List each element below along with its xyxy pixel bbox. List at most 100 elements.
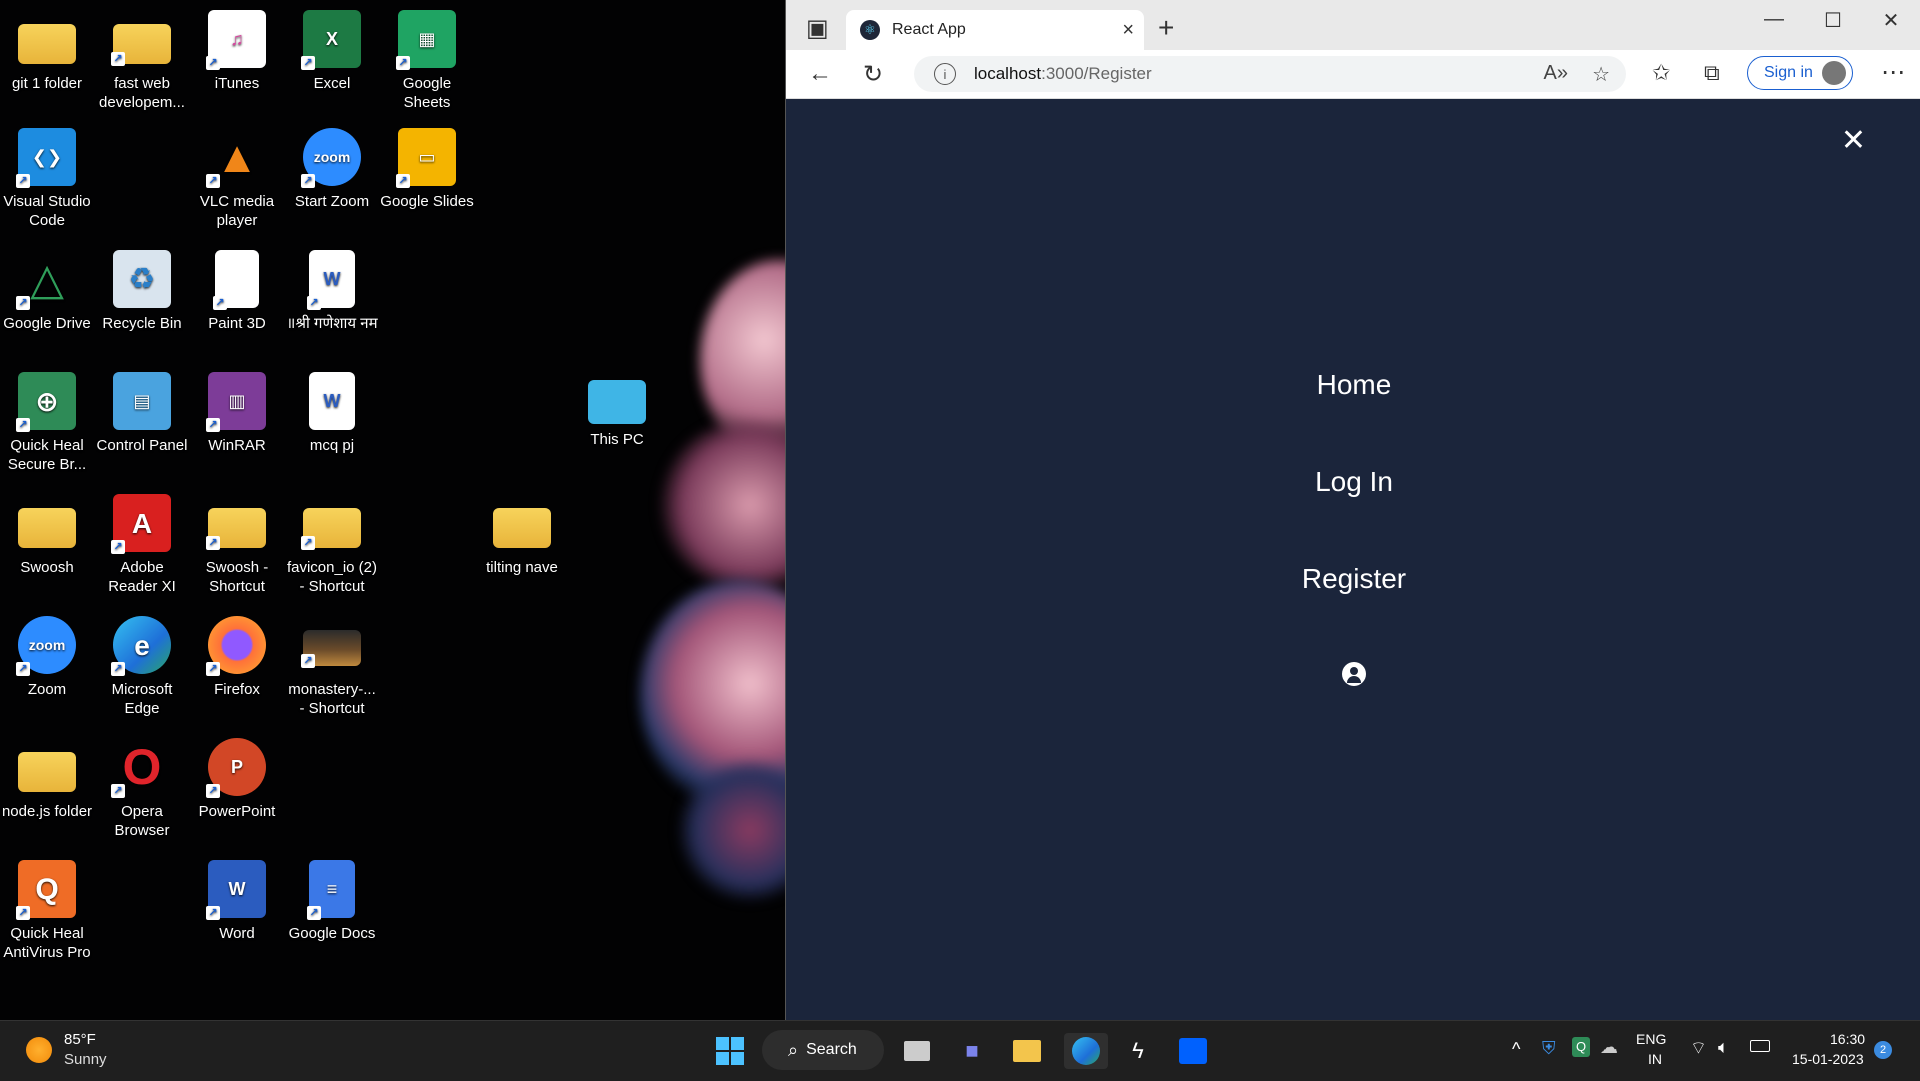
- clock-date[interactable]: 15-01-2023: [1792, 1051, 1864, 1067]
- desktop-icon-label: Word: [219, 925, 255, 942]
- vlc-icon: ▲ ↗: [206, 128, 266, 188]
- nav-link-login[interactable]: Log In: [1204, 466, 1504, 498]
- folder-icon: ↗: [206, 508, 266, 550]
- defender-icon[interactable]: ⛨: [1542, 1038, 1556, 1059]
- desktop-icon-google-drive[interactable]: △ ↗ Google Drive: [0, 250, 94, 333]
- desktop-icon-firefox[interactable]: ↗ Firefox: [190, 616, 284, 699]
- desktop-icon-recycle-bin[interactable]: ♻ Recycle Bin: [95, 250, 189, 333]
- taskbar-search[interactable]: ⌕ Search: [762, 1030, 884, 1070]
- onedrive-icon[interactable]: ☁: [1600, 1037, 1618, 1058]
- back-icon[interactable]: ←: [808, 60, 832, 88]
- notification-badge[interactable]: 2: [1874, 1041, 1892, 1059]
- desktop-icon-control-panel[interactable]: ▤ Control Panel: [95, 372, 189, 455]
- desktop-icon-favicon-io[interactable]: ↗ favicon_io (2) - Shortcut: [285, 494, 379, 596]
- desktop-icon-label: Control Panel: [96, 437, 188, 454]
- site-info-icon[interactable]: i: [934, 63, 956, 85]
- browser-window: ▣ ⚛ React App × + — ☐ ✕ ← ↻ i localhost:…: [785, 0, 1920, 1020]
- taskbar: 85°F Sunny ⌕ Search ■ ϟ ^ ⛨ Q ☁ ENG IN ⌔…: [0, 1020, 1920, 1081]
- maximize-icon[interactable]: ☐: [1813, 8, 1853, 33]
- collections-icon[interactable]: ⧉: [1704, 60, 1720, 86]
- address-bar[interactable]: i localhost:3000/Register A» ☆: [914, 56, 1626, 92]
- desktop-icon-opera[interactable]: O ↗ Opera Browser: [95, 738, 189, 840]
- window-close-icon[interactable]: ✕: [1871, 8, 1911, 33]
- desktop-icon-tilting-nave[interactable]: tilting nave: [475, 494, 569, 577]
- desktop-icon-microsoft-edge[interactable]: e ↗ Microsoft Edge: [95, 616, 189, 718]
- google-sheets-icon: ▦ ↗: [396, 10, 456, 70]
- desktop-icon-swoosh-shortcut[interactable]: ↗ Swoosh - Shortcut: [190, 494, 284, 596]
- language-code[interactable]: ENG: [1636, 1031, 1666, 1047]
- wifi-icon[interactable]: ⌔: [1690, 1037, 1707, 1060]
- shortcut-arrow-icon: ↗: [396, 56, 410, 70]
- sign-in-label: Sign in: [1764, 64, 1813, 81]
- desktop-icon-label: VLC media player: [199, 193, 275, 229]
- close-tab-icon[interactable]: ×: [1122, 19, 1134, 42]
- shortcut-arrow-icon: ↗: [16, 296, 30, 310]
- desktop-icon-google-docs[interactable]: ≡ ↗ Google Docs: [285, 860, 379, 943]
- folder-icon: [18, 24, 76, 64]
- desktop-icon-this-pc[interactable]: This PC: [570, 372, 664, 449]
- volume-icon[interactable]: 🔈︎: [1718, 1037, 1729, 1058]
- desktop-icon-nodejs-folder[interactable]: node.js folder: [0, 738, 94, 821]
- desktop-icon-quick-heal-antivirus[interactable]: Q ↗ Quick Heal AntiVirus Pro: [0, 860, 94, 962]
- show-hidden-icons[interactable]: ^: [1512, 1039, 1520, 1060]
- quickheal-tray-icon[interactable]: Q: [1572, 1037, 1590, 1057]
- user-account-icon[interactable]: [1342, 662, 1366, 686]
- edge-icon: e ↗: [111, 616, 171, 676]
- desktop-icon-powerpoint[interactable]: P ↗ PowerPoint: [190, 738, 284, 821]
- desktop-icon-quick-heal-browser[interactable]: ⊕ ↗ Quick Heal Secure Br...: [0, 372, 94, 474]
- edge-taskbar-icon[interactable]: [1064, 1033, 1108, 1069]
- battery-icon[interactable]: [1750, 1040, 1770, 1052]
- more-menu-icon[interactable]: ⋯: [1881, 58, 1905, 87]
- desktop-icon-vscode[interactable]: ❮❯ ↗ Visual Studio Code: [0, 128, 94, 230]
- desktop-icon-label: tilting nave: [486, 559, 558, 576]
- desktop-icon-vlc[interactable]: ▲ ↗ VLC media player: [190, 128, 284, 230]
- desktop-icon-adobe-reader[interactable]: A ↗ Adobe Reader XI: [95, 494, 189, 596]
- tab-react-app[interactable]: ⚛ React App ×: [846, 10, 1144, 50]
- task-view-icon[interactable]: [899, 1033, 935, 1069]
- desktop-icon-swoosh[interactable]: Swoosh: [0, 494, 94, 577]
- desktop-icon-paint-3d[interactable]: ↗ Paint 3D: [190, 250, 284, 333]
- lightning-app-icon[interactable]: ϟ: [1120, 1033, 1156, 1069]
- this-pc-icon: [588, 380, 646, 424]
- desktop-icon-label: Google Docs: [288, 925, 376, 942]
- favorites-icon[interactable]: ✩: [1652, 60, 1670, 86]
- sign-in-button[interactable]: Sign in: [1747, 56, 1853, 90]
- desktop-icon-monastery-shortcut[interactable]: ↗ monastery-... - Shortcut: [285, 616, 379, 718]
- close-menu-icon[interactable]: ✕: [1841, 123, 1866, 158]
- desktop-icon-label: Quick Heal AntiVirus Pro: [3, 925, 91, 961]
- teams-chat-icon[interactable]: ■: [954, 1033, 990, 1069]
- file-explorer-icon[interactable]: [1009, 1033, 1045, 1069]
- quickheal-browser-icon: ⊕ ↗: [16, 372, 76, 432]
- language-region[interactable]: IN: [1648, 1051, 1662, 1067]
- quickheal-icon: Q ↗: [16, 860, 76, 920]
- minimize-icon[interactable]: —: [1754, 8, 1794, 31]
- tab-actions-icon[interactable]: ▣: [806, 14, 829, 43]
- read-aloud-icon[interactable]: A»: [1544, 62, 1568, 85]
- nav-link-register[interactable]: Register: [1204, 563, 1504, 595]
- refresh-icon[interactable]: ↻: [863, 60, 883, 89]
- folder-icon: [18, 508, 76, 548]
- desktop-icon-shri-ganeshay[interactable]: W ↗ ॥श्री गणेशाय नम: [285, 250, 379, 333]
- add-favorite-icon[interactable]: ☆: [1592, 62, 1610, 87]
- shortcut-arrow-icon: ↗: [206, 56, 220, 70]
- dropbox-icon[interactable]: [1175, 1033, 1211, 1069]
- desktop-icon-zoom[interactable]: zoom ↗ Zoom: [0, 616, 94, 699]
- desktop-icon-label: Google Sheets: [402, 75, 452, 111]
- desktop-icon-start-zoom[interactable]: zoom ↗ Start Zoom: [285, 128, 379, 211]
- desktop-icon-label: iTunes: [214, 75, 260, 92]
- new-tab-icon[interactable]: +: [1158, 12, 1174, 44]
- desktop-icon-git-1-folder[interactable]: git 1 folder: [0, 10, 94, 93]
- desktop-icon-fast-web-development[interactable]: ↗ fast web developem...: [95, 10, 189, 112]
- zip-folder-icon: ↗: [301, 508, 361, 550]
- desktop-icon-excel[interactable]: X ↗ Excel: [285, 10, 379, 93]
- desktop-icon-label: Quick Heal Secure Br...: [7, 437, 87, 473]
- desktop-icon-word[interactable]: W ↗ Word: [190, 860, 284, 943]
- desktop-icon-mcq-pj[interactable]: W mcq pj: [285, 372, 379, 455]
- desktop-icon-winrar[interactable]: ▥ ↗ WinRAR: [190, 372, 284, 455]
- desktop-icon-itunes[interactable]: ♫ ↗ iTunes: [190, 10, 284, 93]
- nav-link-home[interactable]: Home: [1204, 369, 1504, 401]
- desktop-icon-google-slides[interactable]: ▭ ↗ Google Slides: [380, 128, 474, 211]
- clock-time[interactable]: 16:30: [1830, 1031, 1865, 1047]
- start-button[interactable]: [712, 1033, 748, 1069]
- desktop-icon-google-sheets[interactable]: ▦ ↗ Google Sheets: [380, 10, 474, 112]
